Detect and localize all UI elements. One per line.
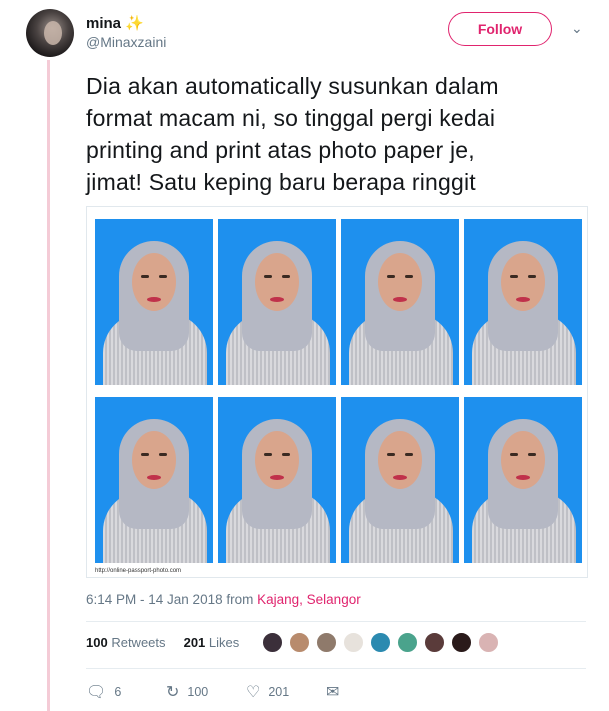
tweet-stats: 100 Retweets 201 Likes <box>86 635 239 650</box>
passport-photo <box>218 219 336 385</box>
like-button[interactable]: ♡ 201 <box>246 682 326 702</box>
reply-icon: 🗨 <box>86 684 107 701</box>
sparkle-icon: ✨ <box>125 15 144 32</box>
direct-message-button[interactable]: ✉ <box>326 682 347 702</box>
liker-avatar[interactable] <box>343 632 364 653</box>
liker-avatars <box>262 632 499 653</box>
tweet-actions: 🗨 6 ↻ 100 ♡ 201 ✉ <box>86 682 347 702</box>
passport-photo <box>341 219 459 385</box>
retweet-button[interactable]: ↻ 100 <box>166 682 246 702</box>
liker-avatar[interactable] <box>262 632 283 653</box>
display-name-text[interactable]: mina <box>86 15 121 32</box>
follow-button[interactable]: Follow <box>448 12 552 46</box>
passport-photo <box>95 219 213 385</box>
media-image[interactable]: http://online-passport-photo.com <box>86 206 588 578</box>
tweet-line: jimat! Satu keping baru berapa ringgit <box>86 169 476 195</box>
retweet-count: 100 <box>187 685 209 699</box>
divider <box>86 621 586 622</box>
divider <box>86 668 586 669</box>
user-handle[interactable]: @Minaxzaini <box>86 34 166 50</box>
location-link[interactable]: Kajang, Selangor <box>257 592 361 607</box>
retweets-stat[interactable]: 100 Retweets <box>86 635 166 650</box>
passport-photo <box>464 397 582 563</box>
liker-avatar[interactable] <box>316 632 337 653</box>
likes-stat[interactable]: 201 Likes <box>184 635 240 650</box>
tweet-text: Dia akan automatically susunkan dalam fo… <box>86 70 586 198</box>
liker-avatar[interactable] <box>478 632 499 653</box>
liker-avatar[interactable] <box>424 632 445 653</box>
media-url-caption: http://online-passport-photo.com <box>95 568 182 574</box>
tweet-meta: 6:14 PM - 14 Jan 2018 from Kajang, Selan… <box>86 592 361 607</box>
liker-avatar[interactable] <box>451 632 472 653</box>
heart-icon: ♡ <box>246 684 261 701</box>
message-icon: ✉ <box>326 684 340 701</box>
tweet-line: format macam ni, so tinggal pergi kedai <box>86 105 496 131</box>
passport-photo <box>95 397 213 563</box>
passport-photo <box>341 397 459 563</box>
thread-line <box>47 60 50 711</box>
reply-count: 6 <box>114 685 122 699</box>
liker-avatar[interactable] <box>289 632 310 653</box>
avatar[interactable] <box>26 9 74 57</box>
tweet-line: Dia akan automatically susunkan dalam <box>86 73 499 99</box>
liker-avatar[interactable] <box>397 632 418 653</box>
passport-photo <box>218 397 336 563</box>
reply-button[interactable]: 🗨 6 <box>86 682 166 702</box>
timestamp[interactable]: 6:14 PM - 14 Jan 2018 <box>86 592 223 607</box>
liker-avatar[interactable] <box>370 632 391 653</box>
display-name[interactable]: mina ✨ <box>86 14 144 32</box>
passport-photo <box>464 219 582 385</box>
like-count: 201 <box>268 685 290 699</box>
tweet-line: printing and print atas photo paper je, <box>86 137 475 163</box>
retweet-icon: ↻ <box>166 684 180 701</box>
from-text: from <box>226 592 254 607</box>
chevron-down-icon[interactable]: ⌄ <box>571 20 583 37</box>
